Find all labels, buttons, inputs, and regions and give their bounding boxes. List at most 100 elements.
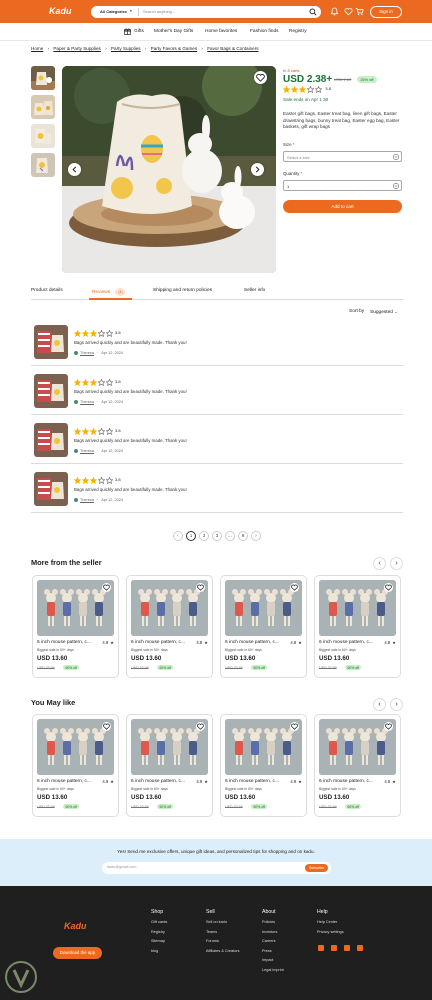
review-photo[interactable] [34, 472, 68, 506]
footer-link[interactable]: Legal imprint [262, 968, 284, 972]
product-thumbnail[interactable] [31, 153, 55, 177]
notification-bell-icon[interactable] [330, 7, 339, 16]
subscribe-button[interactable]: Subscribe [305, 864, 328, 872]
favorite-heart-icon[interactable] [102, 583, 111, 592]
next-page-button[interactable]: › [251, 531, 261, 541]
breadcrumb-party-favors[interactable]: Party Favors & Games [151, 46, 197, 51]
tab-product-details[interactable]: Product details [31, 288, 63, 293]
breadcrumb-home[interactable]: Home [31, 46, 43, 51]
download-app-button[interactable]: Download the app [53, 947, 102, 959]
product-card-title[interactable]: 6 inch mouse pattern, c... [225, 779, 279, 784]
footer-logo[interactable]: Kadu [64, 921, 87, 931]
nav-fashion-finds[interactable]: Fashion finds [250, 29, 279, 34]
review-photo[interactable] [34, 423, 68, 457]
footer-link[interactable]: Registry [151, 930, 165, 934]
favorite-heart-icon[interactable] [290, 722, 299, 731]
product-thumbnail[interactable] [31, 66, 55, 90]
nav-gifts[interactable]: Gifts [134, 29, 144, 34]
page-button[interactable]: 1 [186, 531, 196, 541]
nav-home-favorites[interactable]: Home favorites [205, 29, 237, 34]
footer-link[interactable]: Investors [262, 930, 277, 934]
youtube-icon[interactable] [357, 945, 363, 951]
product-thumbnail[interactable] [31, 95, 55, 119]
footer-link[interactable]: Gift cards [151, 920, 167, 924]
review-author[interactable]: Theresa [80, 400, 94, 404]
footer-link[interactable]: Sitemap [151, 939, 165, 943]
footer-link[interactable]: Privacy settings [317, 930, 344, 934]
footer-link[interactable]: Policies [262, 920, 275, 924]
favorite-heart-icon[interactable] [102, 722, 111, 731]
product-thumbnail[interactable] [31, 124, 55, 148]
breadcrumb-party-supplies[interactable]: Party Supplies [111, 46, 141, 51]
footer-link[interactable]: Impact [262, 958, 273, 962]
product-card[interactable]: 6 inch mouse pattern, c... 4.9 ★ Biggest sa… [220, 714, 307, 817]
breadcrumb-paper-party[interactable]: Paper & Party Supplies [53, 46, 101, 51]
review-photo[interactable] [34, 325, 68, 359]
prev-image-button[interactable] [68, 163, 81, 176]
footer-link[interactable]: Help Center [317, 920, 337, 924]
product-card-title[interactable]: 6 inch mouse pattern, c... [37, 779, 91, 784]
footer-link[interactable]: Sell on kadu [206, 920, 227, 924]
like-prev-button[interactable]: ‹ [373, 698, 386, 711]
review-author[interactable]: Theresa [80, 498, 94, 502]
product-card[interactable]: 6 inch mouse pattern, c... 4.6 ★ Biggest sa… [314, 714, 401, 817]
footer-link[interactable]: Careers [262, 939, 276, 943]
size-select[interactable]: Select a size [283, 151, 402, 162]
product-card-title[interactable]: 6 inch mouse pattern, c... [131, 779, 185, 784]
tab-shipping[interactable]: Shipping and return policies [153, 288, 212, 293]
nav-registry[interactable]: Registry [289, 29, 307, 34]
nav-mothers-day-gifts[interactable]: Mother's Day Gifts [154, 29, 193, 34]
quantity-select[interactable]: 1 [283, 180, 402, 191]
review-photo[interactable] [34, 374, 68, 408]
footer-link[interactable]: Affiliates & Creators [206, 949, 239, 953]
footer-link[interactable]: blog [151, 949, 158, 953]
page-button[interactable]: 3 [212, 531, 222, 541]
product-card[interactable]: 6 inch mouse pattern, c... 4.8 ★ Biggest sa… [126, 575, 213, 678]
product-card[interactable]: 6 inch mouse pattern, c... 4.9 ★ Biggest sa… [126, 714, 213, 817]
footer-link[interactable]: Press [262, 949, 272, 953]
footer-link[interactable]: Teams [206, 930, 217, 934]
favorite-heart-icon[interactable] [384, 722, 393, 731]
favorite-heart-icon[interactable] [196, 583, 205, 592]
next-image-button[interactable] [251, 163, 264, 176]
page-button[interactable]: ... [225, 531, 235, 541]
category-select[interactable]: All Categories [100, 9, 127, 14]
add-to-cart-button[interactable]: Add to cart [283, 200, 402, 213]
prev-page-button[interactable]: ‹ [173, 531, 183, 541]
product-card-title[interactable]: 6 inch mouse pattern, c... [225, 640, 279, 645]
review-author[interactable]: Theresa [80, 351, 94, 355]
cart-icon[interactable] [355, 7, 364, 16]
newsletter-email-input[interactable]: kadu@gmail.com Subscribe [102, 862, 331, 874]
favorites-heart-icon[interactable] [344, 7, 353, 16]
page-button[interactable]: 9 [238, 531, 248, 541]
product-card-title[interactable]: 6 inch mouse pattern, c... [319, 640, 373, 645]
tab-reviews[interactable]: Reviews (4) [92, 288, 126, 296]
product-card-title[interactable]: 6 inch mouse pattern, c... [131, 640, 185, 645]
page-button[interactable]: 2 [199, 531, 209, 541]
favorite-heart-icon[interactable] [290, 583, 299, 592]
tab-seller-info[interactable]: Seller info [244, 288, 265, 293]
sign-in-button[interactable]: Sign in [370, 6, 402, 18]
product-card-title[interactable]: 6 inch mouse pattern, c... [37, 640, 91, 645]
review-author[interactable]: Theresa [80, 449, 94, 453]
footer-link[interactable]: Forums [206, 939, 219, 943]
seller-next-button[interactable]: › [390, 557, 403, 570]
seller-prev-button[interactable]: ‹ [373, 557, 386, 570]
product-card[interactable]: 6 inch mouse pattern, c... 4.8 ★ Biggest sa… [314, 575, 401, 678]
search-input[interactable]: Search anything... [143, 9, 175, 14]
instagram-icon[interactable] [318, 945, 324, 951]
search-bar[interactable]: All Categories ▾ Search anything... [91, 6, 321, 18]
breadcrumb-favor-bags[interactable]: Favor Bags & Containers [207, 46, 258, 51]
pinterest-icon[interactable] [344, 945, 350, 951]
favorite-heart-icon[interactable] [196, 722, 205, 731]
favorite-button[interactable] [254, 71, 267, 84]
sort-select[interactable]: Suggested ⌄ [370, 309, 398, 315]
facebook-icon[interactable] [331, 945, 337, 951]
product-card[interactable]: 6 inch mouse pattern, c... 4.9 ★ Biggest sa… [32, 714, 119, 817]
product-card[interactable]: 6 inch mouse pattern, c... 4.8 ★ Biggest sa… [32, 575, 119, 678]
search-icon[interactable] [309, 8, 317, 16]
like-next-button[interactable]: › [390, 698, 403, 711]
favorite-heart-icon[interactable] [384, 583, 393, 592]
product-card[interactable]: 6 inch mouse pattern, c... 4.8 ★ Biggest sa… [220, 575, 307, 678]
product-card-title[interactable]: 6 inch mouse pattern, c... [319, 779, 373, 784]
